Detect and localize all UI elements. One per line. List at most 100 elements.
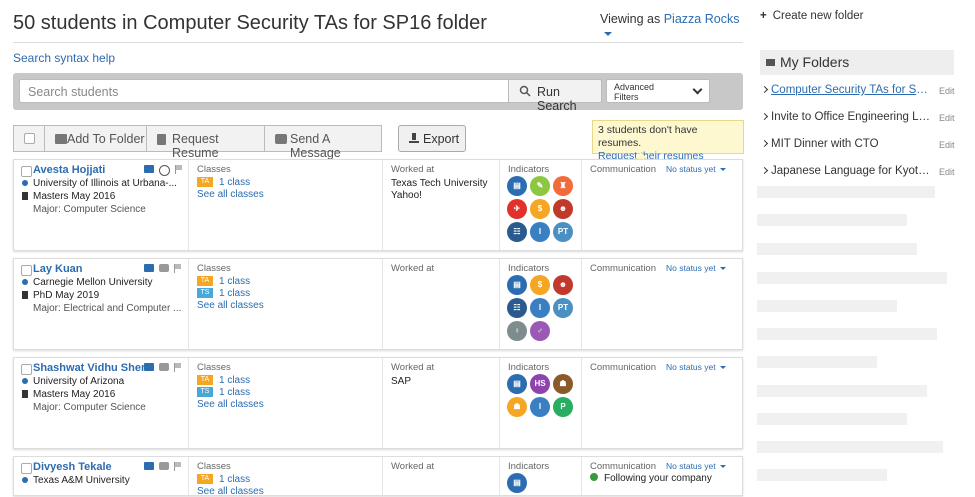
caret-down-icon bbox=[604, 31, 612, 36]
folder-link[interactable]: MIT Dinner with CTO bbox=[771, 138, 931, 150]
folder-link[interactable]: Computer Security TAs for SP16 bbox=[771, 84, 931, 96]
edit-link[interactable]: Edit bbox=[939, 113, 955, 123]
indicator-icon[interactable]: ▤ bbox=[507, 374, 527, 394]
indicator-icon[interactable]: PT bbox=[553, 298, 573, 318]
indicator-icon[interactable]: I bbox=[530, 222, 550, 242]
class-count: 1 class bbox=[219, 387, 251, 398]
edit-link[interactable]: Edit bbox=[939, 140, 955, 150]
indicator-icon[interactable]: ▤ bbox=[507, 473, 527, 493]
search-syntax-help-link[interactable]: Search syntax help bbox=[13, 51, 115, 65]
indicator-icon[interactable]: ✈ bbox=[507, 199, 527, 219]
export-button[interactable]: Export bbox=[398, 125, 466, 152]
student-checkbox[interactable] bbox=[21, 166, 32, 177]
school: Texas A&M University bbox=[22, 475, 130, 486]
folder-icon[interactable] bbox=[144, 462, 154, 470]
indicator-icon[interactable]: P bbox=[553, 397, 573, 417]
indicator-icon[interactable]: ☻ bbox=[553, 275, 573, 295]
following-status: Following your company bbox=[590, 473, 712, 484]
indicator-icon[interactable]: ♜ bbox=[553, 176, 573, 196]
flag-icon[interactable] bbox=[175, 165, 183, 174]
flag-icon[interactable] bbox=[174, 363, 182, 372]
indicator-icon[interactable]: ♀ bbox=[507, 321, 527, 341]
advanced-filters-select[interactable]: Advanced Filters bbox=[606, 79, 710, 103]
student-checkbox[interactable] bbox=[21, 463, 32, 474]
indicators-column: Indicators ▤ $ ☻ ☷ I PT ♀ ♂ bbox=[499, 259, 581, 349]
indicator-icon[interactable]: $ bbox=[530, 275, 550, 295]
indicator-icon[interactable]: HS bbox=[530, 374, 550, 394]
message-icon[interactable] bbox=[159, 363, 169, 371]
select-all-checkbox[interactable] bbox=[13, 125, 45, 152]
indicator-icon[interactable]: PT bbox=[553, 222, 573, 242]
student-checkbox[interactable] bbox=[21, 265, 32, 276]
send-message-button[interactable]: Send A Message bbox=[264, 125, 382, 160]
indicator-icon[interactable]: ☷ bbox=[507, 222, 527, 242]
blurred-folder bbox=[757, 272, 947, 284]
run-search-button[interactable]: Run Search bbox=[508, 79, 602, 113]
see-all-classes-link[interactable]: See all classes bbox=[197, 486, 264, 497]
blurred-folder bbox=[757, 413, 907, 425]
folder-link[interactable]: Invite to Office Engineering Lu... bbox=[771, 111, 931, 123]
class-count-link[interactable]: TS 1 class bbox=[197, 387, 250, 398]
flag-icon[interactable] bbox=[174, 264, 182, 273]
communication-label: Communication bbox=[590, 461, 656, 472]
see-all-classes-link[interactable]: See all classes bbox=[197, 399, 264, 410]
student-name[interactable]: Avesta Hojjati bbox=[33, 164, 105, 176]
indicator-icon[interactable]: ♂ bbox=[530, 321, 550, 341]
indicator-icon[interactable]: ✎ bbox=[530, 176, 550, 196]
folder-icon[interactable] bbox=[144, 264, 154, 272]
edit-link[interactable]: Edit bbox=[939, 86, 955, 96]
blocked-icon[interactable] bbox=[159, 165, 170, 176]
class-count-link[interactable]: TA 1 class bbox=[197, 474, 250, 485]
school-dot-icon bbox=[22, 477, 28, 484]
see-all-classes-link[interactable]: See all classes bbox=[197, 300, 264, 311]
communication-column: Communication No status yet bbox=[581, 160, 743, 250]
class-count-link[interactable]: TA 1 class bbox=[197, 276, 250, 287]
student-actions bbox=[144, 363, 187, 375]
add-to-folder-button[interactable]: Add To Folder bbox=[44, 125, 147, 152]
blurred-folder bbox=[757, 469, 887, 481]
viewing-as[interactable]: Viewing as Piazza Rocks bbox=[600, 12, 750, 40]
status-dropdown[interactable]: No status yet bbox=[666, 164, 726, 174]
search-input[interactable]: Search students bbox=[19, 79, 509, 103]
folder-icon[interactable] bbox=[144, 165, 154, 173]
blurred-folder bbox=[757, 385, 927, 397]
search-icon bbox=[519, 85, 531, 97]
student-name[interactable]: Shashwat Vidhu Sher bbox=[33, 362, 145, 374]
class-count-link[interactable]: TA 1 class bbox=[197, 177, 250, 188]
student-name[interactable]: Lay Kuan bbox=[33, 263, 83, 275]
class-count-link[interactable]: TA 1 class bbox=[197, 375, 250, 386]
indicator-icon[interactable]: ☗ bbox=[507, 397, 527, 417]
student-actions bbox=[144, 165, 188, 177]
degree-text: Masters May 2016 bbox=[33, 389, 116, 400]
school-name: Carnegie Mellon University bbox=[33, 277, 153, 288]
message-icon[interactable] bbox=[159, 462, 169, 470]
student-name[interactable]: Divyesh Tekale bbox=[33, 461, 112, 473]
viewing-user[interactable]: Piazza Rocks bbox=[664, 12, 740, 26]
class-count-link[interactable]: TS 1 class bbox=[197, 288, 250, 299]
indicator-icon[interactable]: ▤ bbox=[507, 275, 527, 295]
indicator-icon[interactable]: $ bbox=[530, 199, 550, 219]
edit-link[interactable]: Edit bbox=[939, 167, 955, 177]
see-all-classes-link[interactable]: See all classes bbox=[197, 189, 264, 200]
classes-label: Classes bbox=[197, 263, 231, 274]
status-dropdown[interactable]: No status yet bbox=[666, 461, 726, 471]
message-icon[interactable] bbox=[159, 264, 169, 272]
indicator-icon[interactable]: ☻ bbox=[553, 199, 573, 219]
indicator-icon[interactable]: ☗ bbox=[553, 374, 573, 394]
request-resume-button[interactable]: Request Resume bbox=[146, 125, 265, 160]
flag-icon[interactable] bbox=[174, 462, 182, 471]
role-tag: TA bbox=[197, 474, 213, 485]
student-checkbox[interactable] bbox=[21, 364, 32, 375]
folder-link[interactable]: Japanese Language for Kyoto... bbox=[771, 165, 931, 177]
create-new-folder-button[interactable]: + Create new folder bbox=[760, 10, 864, 22]
blurred-folder bbox=[757, 356, 877, 368]
caret-down-icon bbox=[719, 465, 726, 469]
indicator-icon[interactable]: I bbox=[530, 298, 550, 318]
indicator-icon[interactable]: I bbox=[530, 397, 550, 417]
indicator-icon[interactable]: ▤ bbox=[507, 176, 527, 196]
folder-icon[interactable] bbox=[144, 363, 154, 371]
status-dropdown[interactable]: No status yet bbox=[666, 263, 726, 273]
status-dropdown[interactable]: No status yet bbox=[666, 362, 726, 372]
indicator-icon[interactable]: ☷ bbox=[507, 298, 527, 318]
student-actions bbox=[144, 462, 187, 474]
